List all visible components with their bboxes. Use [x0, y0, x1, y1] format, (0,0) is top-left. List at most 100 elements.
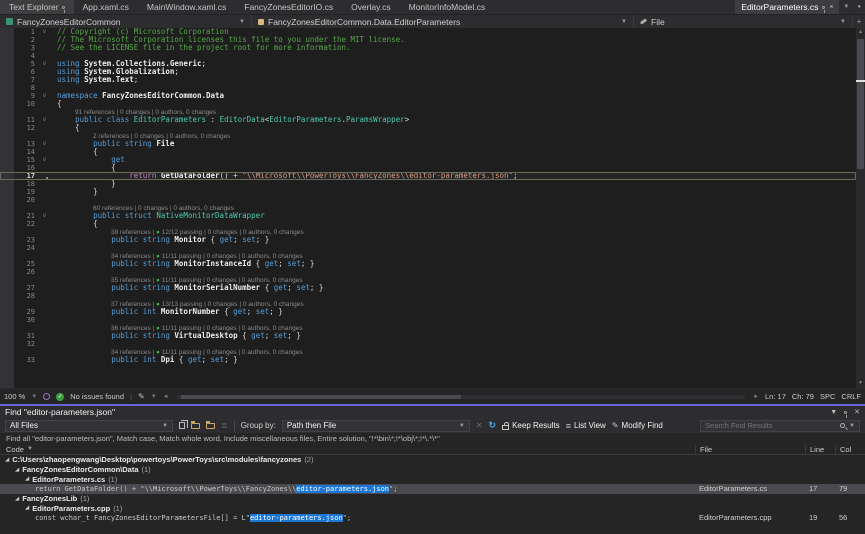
- tab-editorparameters[interactable]: EditorParameters.cs ×: [735, 0, 839, 14]
- fold-collapse-icon[interactable]: ∨: [38, 60, 51, 68]
- code-line[interactable]: 28: [0, 292, 856, 300]
- code-column-header[interactable]: Code ▼: [0, 445, 695, 454]
- code-line[interactable]: 15∨ get: [0, 156, 856, 164]
- search-find-results-input[interactable]: [705, 421, 836, 430]
- search-icon[interactable]: [840, 423, 845, 428]
- project-dropdown[interactable]: FancyZonesEditorCommon ▼: [0, 15, 252, 28]
- code-line[interactable]: 18 }: [0, 180, 856, 188]
- close-icon[interactable]: ✕: [854, 408, 860, 416]
- code-line[interactable]: 13∨ public string File: [0, 140, 856, 148]
- code-line[interactable]: 10{: [0, 100, 856, 108]
- issues-status[interactable]: No issues found: [70, 392, 124, 401]
- hscroll-left-icon[interactable]: ◄: [163, 394, 169, 400]
- scope-dropdown[interactable]: All Files ▼: [5, 420, 173, 432]
- fold-collapse-icon[interactable]: ∨: [38, 92, 51, 100]
- line-column-header[interactable]: Line: [805, 445, 835, 454]
- code-line[interactable]: 30: [0, 316, 856, 324]
- fold-collapse-icon[interactable]: ∨: [38, 140, 51, 148]
- code-line[interactable]: 33 public int Dpi { get; set; }: [0, 356, 856, 364]
- close-icon[interactable]: ×: [829, 4, 833, 11]
- expand-all-icon[interactable]: [191, 423, 200, 429]
- code-line[interactable]: 3// See the LICENSE file in the project …: [0, 44, 856, 52]
- code-line[interactable]: 25 public string MonitorInstanceId { get…: [0, 260, 856, 268]
- tab-fancyzoneseditorio-cs[interactable]: FancyZonesEditorIO.cs: [235, 0, 342, 14]
- pen-dropdown-icon[interactable]: ▼: [151, 394, 157, 400]
- search-find-results-box[interactable]: ▼: [700, 420, 860, 432]
- code-line[interactable]: 21∨ public struct NativeMonitorDataWrapp…: [0, 212, 856, 220]
- collapse-all-icon[interactable]: [206, 423, 215, 429]
- code-text: [51, 340, 856, 348]
- find-panel-title-bar[interactable]: Find "editor-parameters.json" ▼ ✕: [0, 406, 865, 418]
- scrollbar-thumb[interactable]: [857, 39, 864, 169]
- horizontal-scrollbar[interactable]: [177, 395, 745, 399]
- code-line[interactable]: 23 public string Monitor { get; set; }: [0, 236, 856, 244]
- expander-icon[interactable]: ◢: [25, 476, 29, 482]
- token: EditorData: [220, 115, 265, 124]
- suggestions-pen-icon[interactable]: ✎: [138, 392, 145, 401]
- editor-vertical-scrollbar[interactable]: ▲ ▼: [856, 28, 865, 388]
- expander-icon[interactable]: ◢: [15, 496, 19, 502]
- split-window-handle[interactable]: +: [853, 15, 865, 28]
- code-line[interactable]: 31 public string VirtualDesktop { get; s…: [0, 332, 856, 340]
- hscroll-right-icon[interactable]: ►: [753, 394, 759, 400]
- copy-results-icon[interactable]: [179, 422, 185, 429]
- code-editor[interactable]: 1∨// Copyright (c) Microsoft Corporation…: [0, 28, 865, 388]
- window-position-icon[interactable]: ▼: [830, 409, 837, 416]
- repeat-find-icon[interactable]: ↻: [489, 420, 497, 431]
- code-line[interactable]: 7using System.Text;: [0, 76, 856, 84]
- code-line[interactable]: 27 public string MonitorSerialNumber { g…: [0, 284, 856, 292]
- fold-collapse-icon[interactable]: ∨: [38, 212, 51, 220]
- tab-overlay-cs[interactable]: Overlay.cs: [342, 0, 400, 14]
- pin-icon[interactable]: [822, 6, 825, 9]
- pin-icon[interactable]: [844, 411, 847, 414]
- fold-collapse-icon[interactable]: ∨: [38, 28, 51, 36]
- keep-results-button[interactable]: Keep Results: [502, 421, 560, 430]
- scroll-down-icon[interactable]: ▼: [856, 379, 865, 388]
- tab-app-xaml-cs[interactable]: App.xaml.cs: [74, 0, 138, 14]
- zoom-level[interactable]: 100 %: [4, 392, 25, 401]
- find-result-row[interactable]: const wchar_t FancyZonesEditorParameters…: [0, 513, 865, 523]
- group-by-dropdown[interactable]: Path then File ▼: [282, 420, 470, 432]
- type-dropdown[interactable]: FancyZonesEditorCommon.Data.EditorParame…: [252, 15, 634, 28]
- expander-icon[interactable]: ◢: [25, 505, 29, 511]
- code-line[interactable]: 14 {: [0, 148, 856, 156]
- find-result-row[interactable]: ◢FancyZonesEditorCommon\Data (1): [0, 465, 865, 475]
- code-line[interactable]: 9∨namespace FancyZonesEditorCommon.Data: [0, 92, 856, 100]
- list-view-button[interactable]: ≡ List View: [566, 421, 606, 431]
- expander-icon[interactable]: ◢: [15, 467, 19, 473]
- scroll-up-icon[interactable]: ▲: [856, 28, 865, 37]
- code-line[interactable]: 17 return GetDataFolder() + "\\Microsoft…: [0, 172, 856, 180]
- fold-collapse-icon[interactable]: ∨: [38, 156, 51, 164]
- col-column-header[interactable]: Col: [835, 445, 865, 454]
- stop-find-icon[interactable]: ✕: [476, 421, 483, 430]
- search-options-icon[interactable]: ▼: [849, 423, 855, 429]
- tab-options-icon[interactable]: ●: [853, 0, 865, 14]
- tab-mainwindow-xaml-cs[interactable]: MainWindow.xaml.cs: [138, 0, 235, 14]
- tab-list-dropdown-icon[interactable]: ▼: [839, 0, 853, 14]
- zoom-dropdown-icon[interactable]: ▼: [31, 394, 37, 400]
- modify-find-button[interactable]: ✎ Modify Find: [612, 421, 663, 430]
- code-line[interactable]: 24: [0, 244, 856, 252]
- code-line[interactable]: 12 {: [0, 124, 856, 132]
- file-column-header[interactable]: File: [695, 445, 805, 454]
- code-line[interactable]: 22 {: [0, 220, 856, 228]
- expander-icon[interactable]: ◢: [5, 457, 9, 463]
- code-line[interactable]: 20: [0, 196, 856, 204]
- fold-collapse-icon[interactable]: ∨: [38, 116, 51, 124]
- code-line[interactable]: 19 }: [0, 188, 856, 196]
- find-result-row[interactable]: ◢FancyZonesLib (1): [0, 494, 865, 504]
- document-health-icon[interactable]: [43, 393, 50, 400]
- code-line[interactable]: 29 public int MonitorNumber { get; set; …: [0, 308, 856, 316]
- preview-icon[interactable]: ≣: [221, 421, 228, 430]
- find-result-row[interactable]: ◢EditorParameters.cpp (1): [0, 503, 865, 513]
- code-line[interactable]: 11∨ public class EditorParameters : Edit…: [0, 116, 856, 124]
- tab-text-explorer[interactable]: Text Explorer: [0, 0, 74, 14]
- tab-monitorinfomodel-cs[interactable]: MonitorInfoModel.cs: [400, 0, 495, 14]
- hscroll-thumb[interactable]: [181, 395, 461, 399]
- code-line[interactable]: 32: [0, 340, 856, 348]
- member-dropdown[interactable]: File ▼: [634, 15, 853, 28]
- find-result-row[interactable]: ◢C:\Users\zhaopengwang\Desktop\powertoys…: [0, 455, 865, 465]
- find-result-row[interactable]: return GetDataFolder() + "\\Microsoft\\P…: [0, 484, 865, 494]
- code-line[interactable]: 26: [0, 268, 856, 276]
- find-result-row[interactable]: ◢EditorParameters.cs (1): [0, 474, 865, 484]
